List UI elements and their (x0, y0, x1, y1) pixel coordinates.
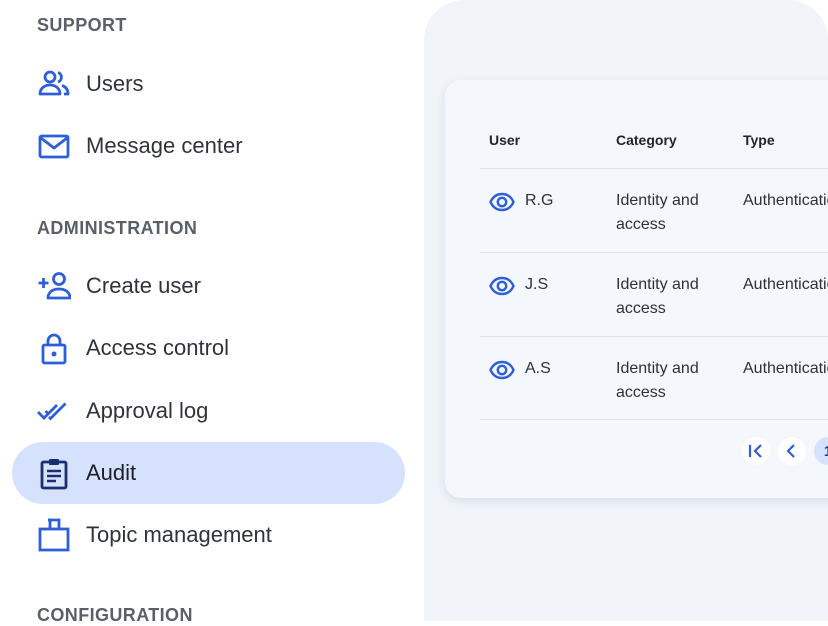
sidebar-item-label: Users (86, 71, 144, 96)
sidebar: SUPPORT Users Message center ADMINISTRAT… (0, 0, 424, 625)
table-bottom-divider (480, 419, 828, 420)
view-eye-icon[interactable] (489, 273, 515, 299)
cell-category: Identity and access (616, 360, 699, 401)
sidebar-item-users[interactable]: Users (12, 53, 405, 115)
column-header-user[interactable]: User (489, 132, 520, 148)
users-icon (37, 67, 71, 101)
pagination: 1 (742, 436, 828, 466)
section-title-administration: ADMINISTRATION (37, 218, 198, 238)
sidebar-item-label: Approval log (86, 398, 209, 423)
audit-table-card: User Category Type R.G Identity and acce… (445, 80, 828, 498)
chevron-left-icon (786, 444, 795, 458)
sidebar-item-audit[interactable]: Audit (12, 442, 405, 504)
sidebar-item-label: Audit (86, 460, 137, 485)
mail-icon (37, 129, 71, 163)
sidebar-item-access-control[interactable]: Access control (12, 317, 405, 379)
window-corner (788, 0, 828, 40)
section-title-support: SUPPORT (37, 15, 127, 35)
double-check-icon (37, 394, 71, 428)
topic-icon (37, 518, 71, 552)
cell-type: Authentication (743, 192, 828, 209)
cell-type: Authentication (743, 360, 828, 377)
cell-category: Identity and access (616, 276, 699, 317)
sidebar-item-label: Topic management (86, 522, 272, 547)
sidebar-item-message-center[interactable]: Message center (12, 115, 405, 177)
add-user-icon (37, 269, 71, 303)
previous-page-button[interactable] (778, 437, 806, 465)
sidebar-item-topic-management[interactable]: Topic management (12, 504, 405, 566)
clipboard-icon (37, 456, 71, 490)
table-row[interactable]: J.S Identity and access Authentication (480, 252, 828, 337)
sidebar-item-label: Message center (86, 133, 243, 158)
cell-user: A.S (525, 360, 551, 377)
cell-category: Identity and access (616, 192, 699, 233)
cell-user: R.G (525, 192, 554, 209)
table-row[interactable]: R.G Identity and access Authentication (480, 168, 828, 253)
view-eye-icon[interactable] (489, 189, 515, 215)
sidebar-item-label: Access control (86, 335, 230, 360)
first-page-button[interactable] (742, 437, 770, 465)
cell-user: J.S (525, 276, 549, 293)
sidebar-item-label: Create user (86, 273, 201, 298)
view-eye-icon[interactable] (489, 357, 515, 383)
table-row[interactable]: A.S Identity and access Authentication (480, 336, 828, 421)
section-title-configuration: CONFIGURATION (37, 605, 193, 625)
sidebar-item-approval-log[interactable]: Approval log (12, 380, 405, 442)
first-page-icon (748, 444, 762, 458)
column-header-type[interactable]: Type (743, 132, 775, 148)
cell-type: Authentication (743, 276, 828, 293)
column-header-category[interactable]: Category (616, 132, 677, 148)
page-number-button[interactable]: 1 (814, 437, 828, 465)
lock-icon (37, 331, 71, 365)
sidebar-item-create-user[interactable]: Create user (12, 255, 405, 317)
